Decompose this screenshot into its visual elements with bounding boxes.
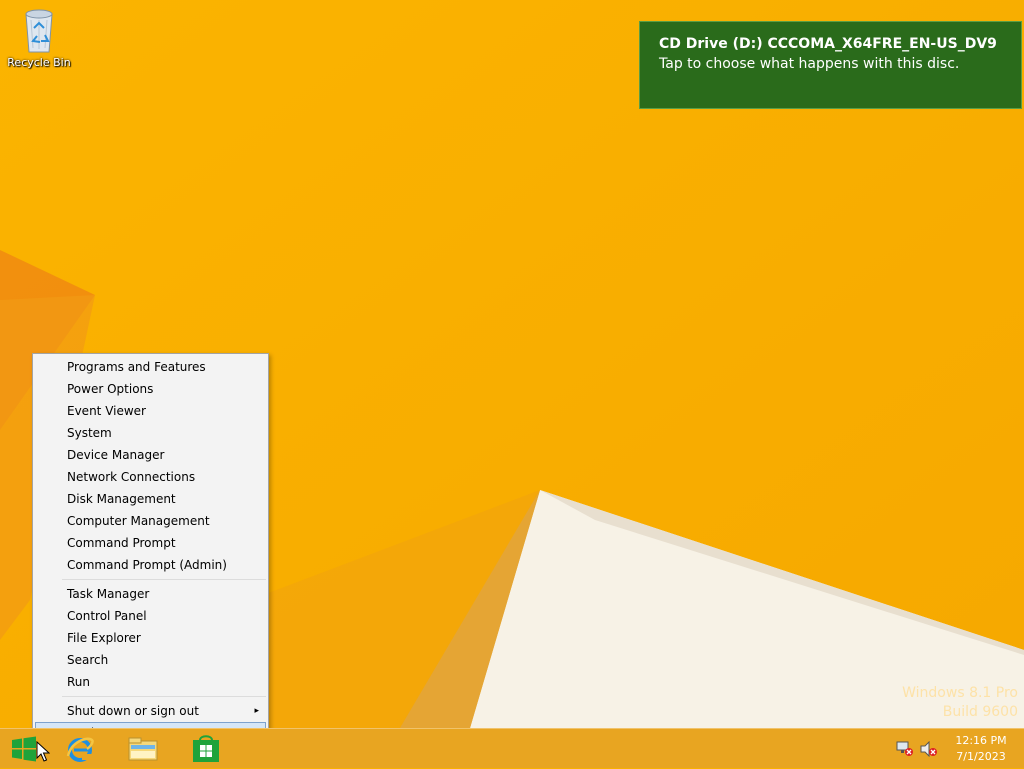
tray-network[interactable]: [896, 741, 914, 760]
menu-separator: [62, 579, 266, 580]
recycle-bin-label: Recycle Bin: [7, 56, 71, 69]
menu-item-file-explorer[interactable]: File Explorer: [35, 627, 266, 649]
menu-item-run[interactable]: Run: [35, 671, 266, 693]
volume-muted-icon: [920, 740, 937, 758]
watermark-edition: Windows 8.1 Pro: [902, 685, 1018, 701]
desktop-icon-recycle-bin[interactable]: Recycle Bin: [4, 6, 74, 69]
submenu-arrow-icon: ▸: [254, 706, 259, 716]
windows-store-icon: [193, 735, 219, 762]
watermark-build: Build 9600: [942, 704, 1018, 720]
menu-item-command-prompt-admin[interactable]: Command Prompt (Admin): [35, 554, 266, 576]
menu-item-programs-and-features[interactable]: Programs and Features: [35, 356, 266, 378]
notification-title: CD Drive (D:) CCCOMA_X64FRE_EN-US_DV9: [659, 36, 997, 52]
menu-item-command-prompt[interactable]: Command Prompt: [35, 532, 266, 554]
tray-clock[interactable]: 12:16 PM 7/1/2023: [946, 733, 1016, 765]
taskbar-internet-explorer[interactable]: [60, 729, 100, 769]
menu-item-power-options[interactable]: Power Options: [35, 378, 266, 400]
menu-item-device-manager[interactable]: Device Manager: [35, 444, 266, 466]
file-explorer-icon: [128, 737, 158, 761]
menu-item-computer-management[interactable]: Computer Management: [35, 510, 266, 532]
menu-item-search[interactable]: Search: [35, 649, 266, 671]
taskbar-file-explorer[interactable]: [123, 729, 163, 769]
power-user-menu: Programs and Features Power Options Even…: [32, 353, 269, 746]
taskbar: 12:16 PM 7/1/2023: [0, 728, 1024, 768]
menu-item-network-connections[interactable]: Network Connections: [35, 466, 266, 488]
menu-item-control-panel[interactable]: Control Panel: [35, 605, 266, 627]
internet-explorer-icon: [66, 737, 94, 762]
windows-watermark: Windows 8.1 Pro Build 9600: [902, 684, 1018, 722]
menu-item-disk-management[interactable]: Disk Management: [35, 488, 266, 510]
autoplay-notification[interactable]: CD Drive (D:) CCCOMA_X64FRE_EN-US_DV9 Ta…: [639, 21, 1022, 109]
clock-time: 12:16 PM: [955, 734, 1007, 747]
menu-item-task-manager[interactable]: Task Manager: [35, 583, 266, 605]
menu-item-event-viewer[interactable]: Event Viewer: [35, 400, 266, 422]
mouse-cursor-icon: [36, 741, 50, 762]
menu-item-shut-down-or-sign-out[interactable]: Shut down or sign out ▸: [35, 700, 266, 722]
menu-separator: [62, 696, 266, 697]
tray-volume[interactable]: [920, 740, 938, 760]
notification-message: Tap to choose what happens with this dis…: [659, 56, 960, 72]
taskbar-windows-store[interactable]: [186, 729, 226, 769]
clock-date: 7/1/2023: [956, 750, 1006, 763]
menu-item-system[interactable]: System: [35, 422, 266, 444]
network-disconnected-icon: [896, 741, 913, 756]
recycle-bin-icon: [25, 9, 53, 53]
menu-item-label: Shut down or sign out: [67, 704, 199, 718]
windows-start-icon: [12, 736, 36, 762]
